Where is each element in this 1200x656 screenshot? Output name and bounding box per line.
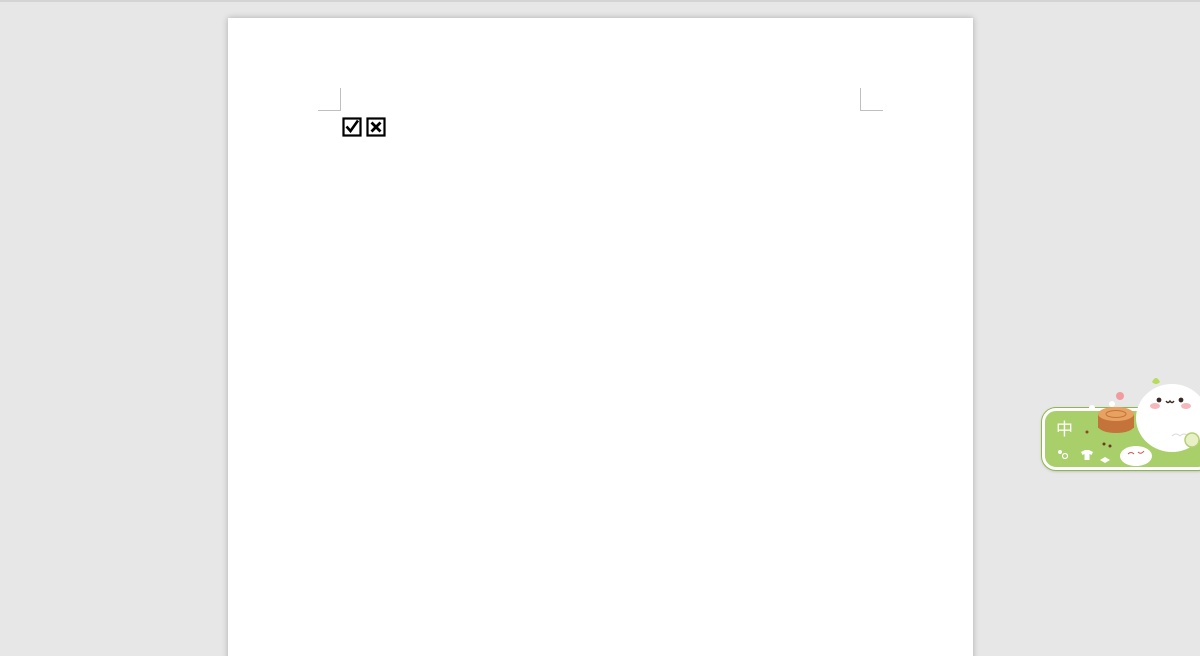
keyboard-icon: [1100, 457, 1110, 463]
stump-icon: [1098, 407, 1134, 433]
checked-box-icon: [342, 117, 362, 137]
margin-corner-top-left: [318, 88, 341, 111]
x-box-icon: [366, 117, 386, 137]
document-page[interactable]: [228, 18, 973, 656]
punctuation-icon: [1058, 450, 1069, 460]
skin-icon: [1081, 450, 1093, 460]
ime-skin-decoration: [1058, 378, 1200, 466]
margin-corner-top-right: [860, 88, 883, 111]
ime-floating-toolbar[interactable]: 中: [1040, 370, 1200, 474]
mascot-icon: [1136, 378, 1200, 452]
document-workspace: 中: [0, 0, 1200, 656]
document-text-line[interactable]: [342, 117, 386, 137]
small-mascot-icon: [1120, 446, 1152, 466]
